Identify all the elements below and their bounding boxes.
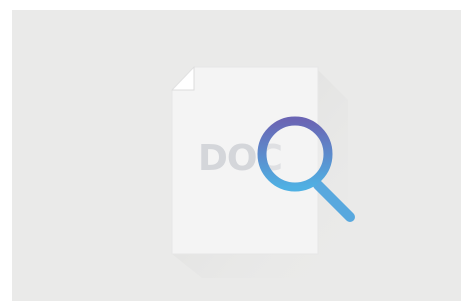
illustration-canvas: DOC	[12, 10, 461, 301]
document-search-illustration: DOC	[170, 65, 355, 278]
